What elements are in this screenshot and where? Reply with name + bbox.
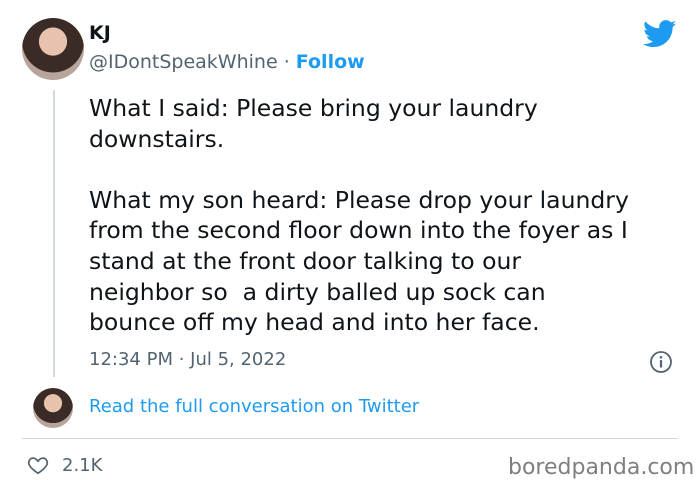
watermark: boredpanda.com [508,455,695,480]
handle-separator: · [283,51,290,73]
like-count[interactable]: 2.1K [62,455,102,476]
heart-icon[interactable] [27,454,49,476]
thread-line [53,90,55,377]
author-display-name[interactable]: KJ [89,22,111,44]
read-conversation-link[interactable]: Read the full conversation on Twitter [89,396,419,417]
author-handle-row: @IDontSpeakWhine · Follow [89,51,365,73]
tweet-text: What I said: Please bring your laundry d… [89,94,629,337]
twitter-bird-icon[interactable] [643,20,677,48]
follow-button[interactable]: Follow [296,51,365,73]
conversation-avatar[interactable] [33,388,73,428]
info-icon[interactable] [649,350,673,374]
tweet-timestamp[interactable]: 12:34 PM · Jul 5, 2022 [89,349,286,370]
author-avatar[interactable] [22,18,84,80]
author-handle[interactable]: @IDontSpeakWhine [89,51,278,73]
divider [22,438,678,439]
